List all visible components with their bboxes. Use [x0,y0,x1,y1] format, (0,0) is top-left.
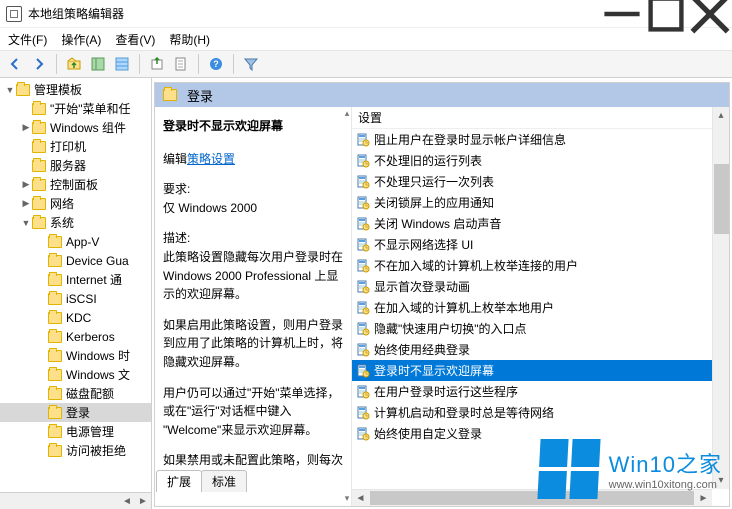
tree-item[interactable]: KDC [0,308,151,327]
tree-hscrollbar[interactable]: ◄► [0,492,151,509]
tree-item[interactable]: iSCSI [0,289,151,308]
tab-extended[interactable]: 扩展 [156,470,202,492]
policy-icon [356,343,370,357]
description-p4: 如果禁用或未配置此策略，则每次 [163,451,343,470]
setting-item[interactable]: 隐藏"快速用户切换"的入口点 [352,318,729,339]
settings-pane: 设置 阻止用户在登录时显示帐户详细信息不处理旧的运行列表不处理只运行一次列表关闭… [351,107,729,506]
tree-item[interactable]: Kerberos [0,327,151,346]
content-header-title: 登录 [187,86,213,105]
requirements-value: 仅 Windows 2000 [163,201,257,215]
menu-action[interactable]: 操作(A) [61,31,101,48]
policy-icon [356,406,370,420]
toolbar: ? [0,50,732,78]
tree-item[interactable]: 服务器 [0,156,151,175]
list-style-button[interactable] [111,53,133,75]
properties-button[interactable] [170,53,192,75]
settings-column-header[interactable]: 设置 [352,107,729,129]
setting-item[interactable]: 阻止用户在登录时显示帐户详细信息 [352,129,729,150]
policy-icon [356,175,370,189]
tree-item[interactable]: "开始"菜单和任 [0,99,151,118]
tree-item[interactable]: 打印机 [0,137,151,156]
setting-item[interactable]: 登录时不显示欢迎屏幕 [352,360,729,381]
tree-item[interactable]: Windows 文 [0,365,151,384]
menu-view[interactable]: 查看(V) [115,31,155,48]
settings-hscrollbar[interactable]: ◄► [352,489,712,506]
setting-item[interactable]: 不处理只运行一次列表 [352,171,729,192]
help-button[interactable]: ? [205,53,227,75]
back-button[interactable] [4,53,26,75]
policy-icon [356,301,370,315]
setting-item[interactable]: 在加入域的计算机上枚举本地用户 [352,297,729,318]
setting-item[interactable]: 始终使用自定义登录 [352,423,729,444]
tree-item[interactable]: ▶网络 [0,194,151,213]
export-button[interactable] [146,53,168,75]
tree-item[interactable]: 电源管理 [0,422,151,441]
content-header: 登录 [155,83,729,107]
tree-item[interactable]: Device Gua [0,251,151,270]
tree[interactable]: ▼管理模板"开始"菜单和任▶Windows 组件打印机服务器▶控制面板▶网络▼系… [0,78,151,492]
description-pane: 登录时不显示欢迎屏幕 编辑策略设置 要求: 仅 Windows 2000 描述:… [155,107,351,506]
minimize-button[interactable] [600,0,644,28]
setting-item[interactable]: 始终使用经典登录 [352,339,729,360]
settings-list[interactable]: 阻止用户在登录时显示帐户详细信息不处理旧的运行列表不处理只运行一次列表关闭锁屏上… [352,129,729,506]
folder-icon [163,89,177,101]
description-p2: 如果启用此策略设置，则用户登录到应用了此策略的计算机上时，将隐藏欢迎屏幕。 [163,316,343,372]
setting-item[interactable]: 不在加入域的计算机上枚举连接的用户 [352,255,729,276]
setting-item[interactable]: 关闭 Windows 启动声音 [352,213,729,234]
setting-item[interactable]: 计算机启动和登录时总是等待网络 [352,402,729,423]
window-titlebar: 本地组策略编辑器 [0,0,732,28]
description-p1: 此策略设置隐藏每次用户登录时在 Windows 2000 Professiona… [163,250,343,301]
tree-item[interactable]: 磁盘配额 [0,384,151,403]
tree-item[interactable]: ▶控制面板 [0,175,151,194]
tree-item[interactable]: Windows 时 [0,346,151,365]
description-p3: 用户仍可以通过"开始"菜单选择，或在"运行"对话框中键入 "Welcome"来显… [163,384,343,440]
policy-icon [356,322,370,336]
setting-item[interactable]: 不处理旧的运行列表 [352,150,729,171]
policy-icon [356,259,370,273]
tree-item[interactable]: ▶Windows 组件 [0,118,151,137]
view-tabs: 扩展 标准 [156,472,246,492]
tree-item[interactable]: App-V [0,232,151,251]
window-title: 本地组策略编辑器 [28,5,124,22]
requirements-label: 要求: [163,182,190,196]
description-label: 描述: [163,231,190,245]
setting-item[interactable]: 关闭锁屏上的应用通知 [352,192,729,213]
policy-title: 登录时不显示欢迎屏幕 [163,117,343,136]
tree-item[interactable]: ▼系统 [0,213,151,232]
policy-icon [356,364,370,378]
settings-vscrollbar[interactable]: ▴ ▾ [712,107,729,489]
tab-standard[interactable]: 标准 [201,470,247,492]
app-icon [6,6,22,22]
policy-icon [356,280,370,294]
policy-icon [356,217,370,231]
policy-icon [356,196,370,210]
menu-help[interactable]: 帮助(H) [169,31,210,48]
tree-item[interactable]: ▼管理模板 [0,80,151,99]
edit-label: 编辑 [163,152,187,166]
setting-item[interactable]: 不显示网络选择 UI [352,234,729,255]
setting-item[interactable]: 在用户登录时运行这些程序 [352,381,729,402]
maximize-button[interactable] [644,0,688,28]
tree-item[interactable]: Internet 通 [0,270,151,289]
up-button[interactable] [63,53,85,75]
menu-file[interactable]: 文件(F) [8,31,47,48]
policy-icon [356,133,370,147]
setting-item[interactable]: 显示首次登录动画 [352,276,729,297]
svg-text:?: ? [213,59,219,69]
close-button[interactable] [688,0,732,28]
policy-icon [356,427,370,441]
policy-icon [356,154,370,168]
tree-item[interactable]: 登录 [0,403,151,422]
forward-button[interactable] [28,53,50,75]
policy-icon [356,238,370,252]
description-scrollbar[interactable]: ▴ ▾ [342,107,351,506]
policy-icon [356,385,370,399]
show-hide-tree-button[interactable] [87,53,109,75]
tree-pane: ▼管理模板"开始"菜单和任▶Windows 组件打印机服务器▶控制面板▶网络▼系… [0,78,152,509]
tree-item[interactable]: 访问被拒绝 [0,441,151,460]
filter-button[interactable] [240,53,262,75]
policy-settings-link[interactable]: 策略设置 [187,152,235,166]
